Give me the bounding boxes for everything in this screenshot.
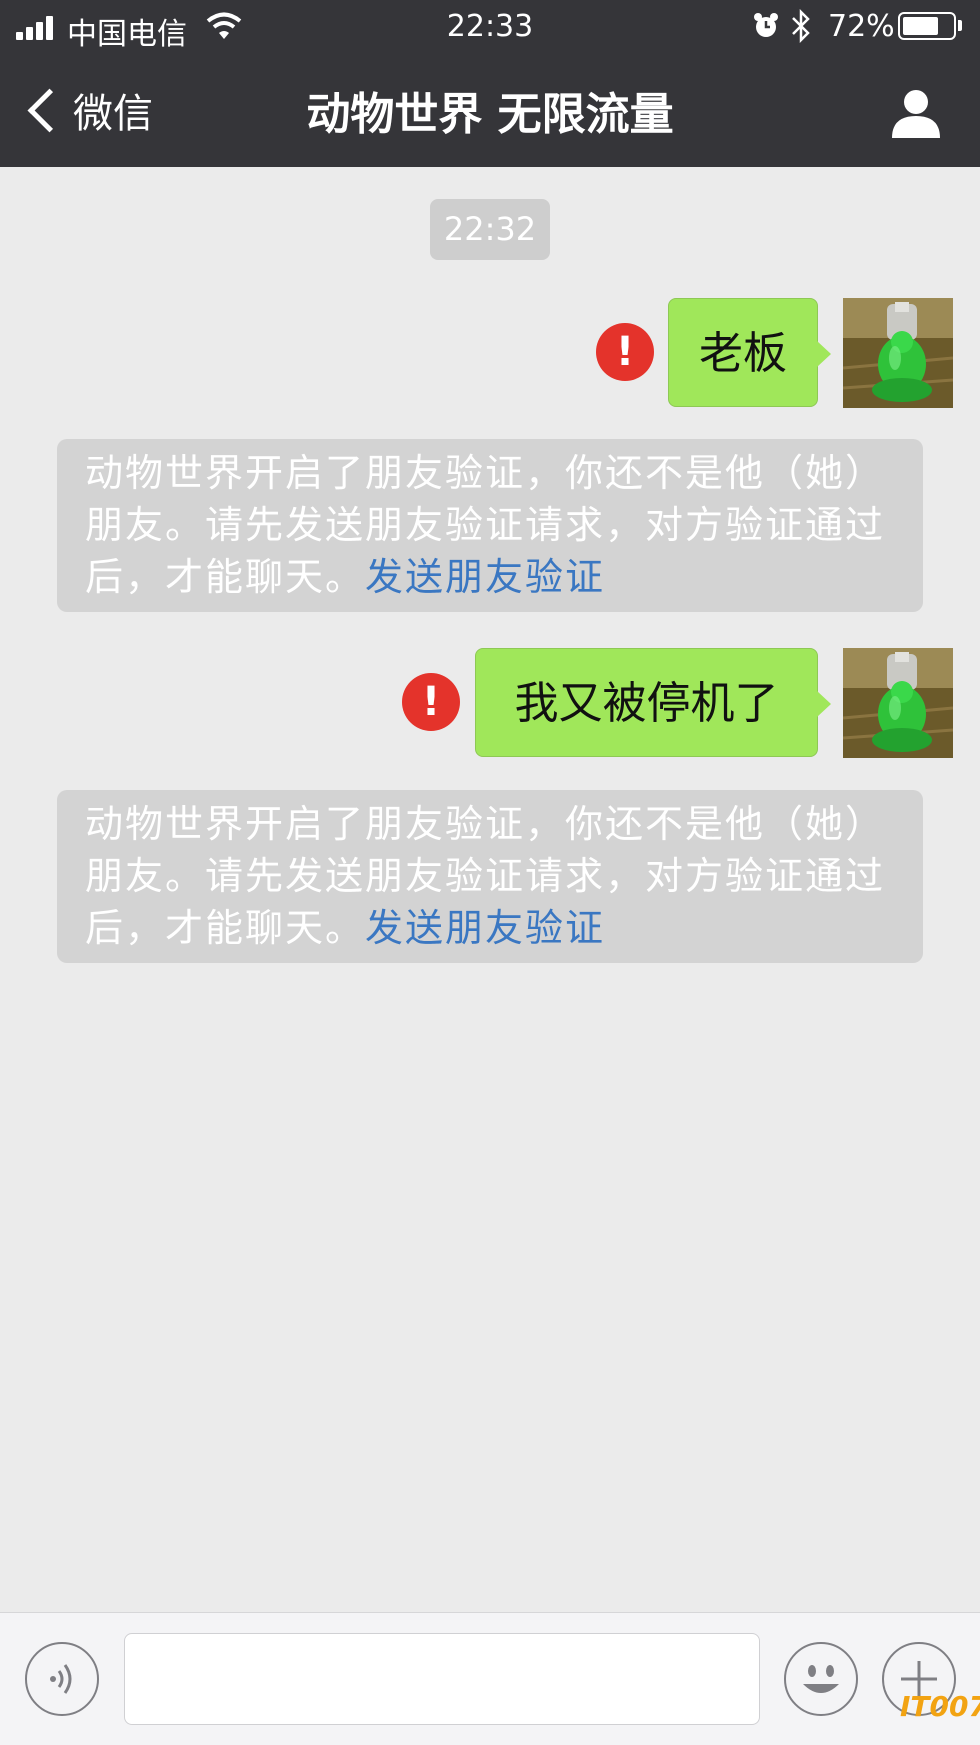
- outgoing-message-bubble[interactable]: 老板: [668, 298, 831, 407]
- profile-icon[interactable]: [888, 84, 944, 140]
- chat-area[interactable]: 22:32 ! 老板 动物世界开启了朋友验证，你还不是他（她）朋友。请先发送朋友…: [0, 167, 980, 1612]
- battery-icon: [898, 12, 956, 40]
- message-input[interactable]: [124, 1633, 760, 1725]
- voice-icon: [50, 1664, 72, 1694]
- alarm-clock-icon: [754, 13, 778, 37]
- send-friend-verification-link[interactable]: 发送朋友验证: [365, 906, 605, 950]
- smiley-icon: [803, 1665, 839, 1693]
- avatar[interactable]: [843, 648, 953, 758]
- message-timestamp: 22:32: [430, 199, 550, 260]
- send-friend-verification-link[interactable]: 发送朋友验证: [365, 555, 605, 599]
- system-message: 动物世界开启了朋友验证，你还不是他（她）朋友。请先发送朋友验证请求，对方验证通过…: [57, 790, 923, 963]
- status-bar: 中国电信 22:33 72%: [0, 0, 980, 54]
- bluetooth-icon: [792, 9, 810, 43]
- page-title: 动物世界 无限流量: [306, 89, 674, 140]
- battery-percent: 72%: [828, 9, 895, 44]
- system-message: 动物世界开启了朋友验证，你还不是他（她）朋友。请先发送朋友验证请求，对方验证通过…: [57, 439, 923, 612]
- avatar[interactable]: [843, 298, 953, 408]
- send-failed-icon[interactable]: !: [402, 673, 460, 731]
- send-failed-icon[interactable]: !: [596, 323, 654, 381]
- watermark-logo: IT007: [900, 1690, 980, 1723]
- battery-tip: [958, 20, 962, 31]
- battery-level: [903, 17, 938, 35]
- outgoing-message-bubble[interactable]: 我又被停机了: [475, 648, 831, 757]
- input-bar: [0, 1612, 980, 1745]
- emoji-button[interactable]: [784, 1642, 858, 1716]
- top-bar: 中国电信 22:33 72% 微信 动物世界 无限流量: [0, 0, 980, 167]
- voice-input-button[interactable]: [25, 1642, 99, 1716]
